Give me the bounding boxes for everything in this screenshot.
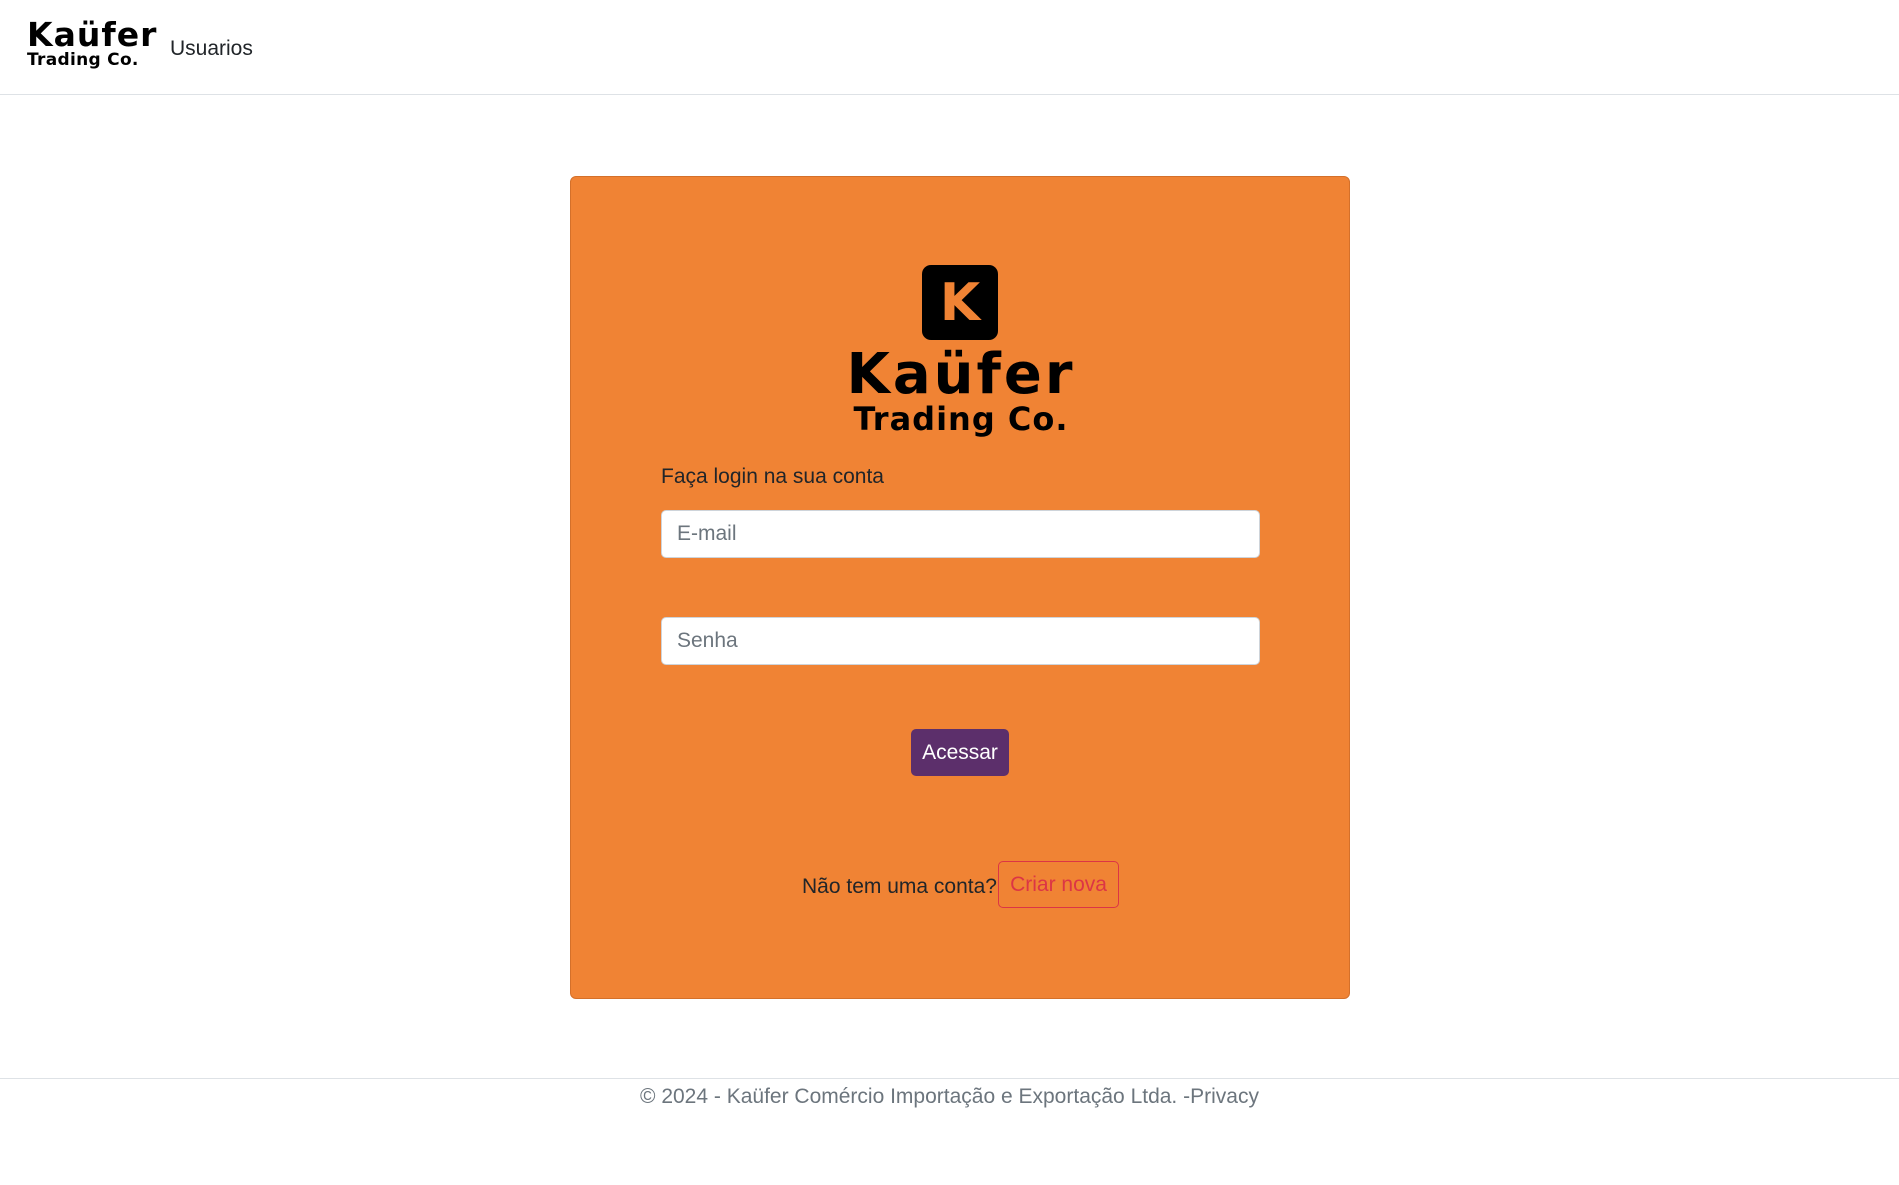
copyright-text: © 2024 - Kaüfer Comércio Importação e Ex…	[640, 1085, 1191, 1108]
signup-prompt: Não tem uma conta?	[802, 875, 997, 898]
logo-subtitle: Trading Co.	[853, 400, 1069, 438]
logo-name: Kaüfer	[846, 342, 1076, 407]
footer-text: © 2024 - Kaüfer Comércio Importação e Ex…	[0, 1085, 1899, 1109]
brand-subtitle: Trading Co.	[27, 50, 139, 70]
password-field[interactable]	[661, 617, 1260, 665]
privacy-link[interactable]: Privacy	[1190, 1085, 1259, 1108]
login-title: Faça login na sua conta	[661, 465, 884, 488]
navbar: Kaüfer Trading Co. Usuarios	[0, 0, 1899, 95]
brand-logo[interactable]: Kaüfer Trading Co.	[27, 18, 157, 69]
login-card: K Kaüfer Trading Co. Faça login na sua c…	[570, 176, 1350, 999]
login-button[interactable]: Acessar	[911, 729, 1009, 776]
create-account-button[interactable]: Criar nova	[998, 861, 1119, 908]
logo-letter: K	[939, 272, 981, 333]
logo-k-icon: K	[922, 265, 998, 340]
email-field[interactable]	[661, 510, 1260, 558]
footer: © 2024 - Kaüfer Comércio Importação e Ex…	[0, 1078, 1899, 1185]
brand-name: Kaüfer	[27, 15, 158, 54]
nav-link-usuarios[interactable]: Usuarios	[170, 37, 253, 61]
